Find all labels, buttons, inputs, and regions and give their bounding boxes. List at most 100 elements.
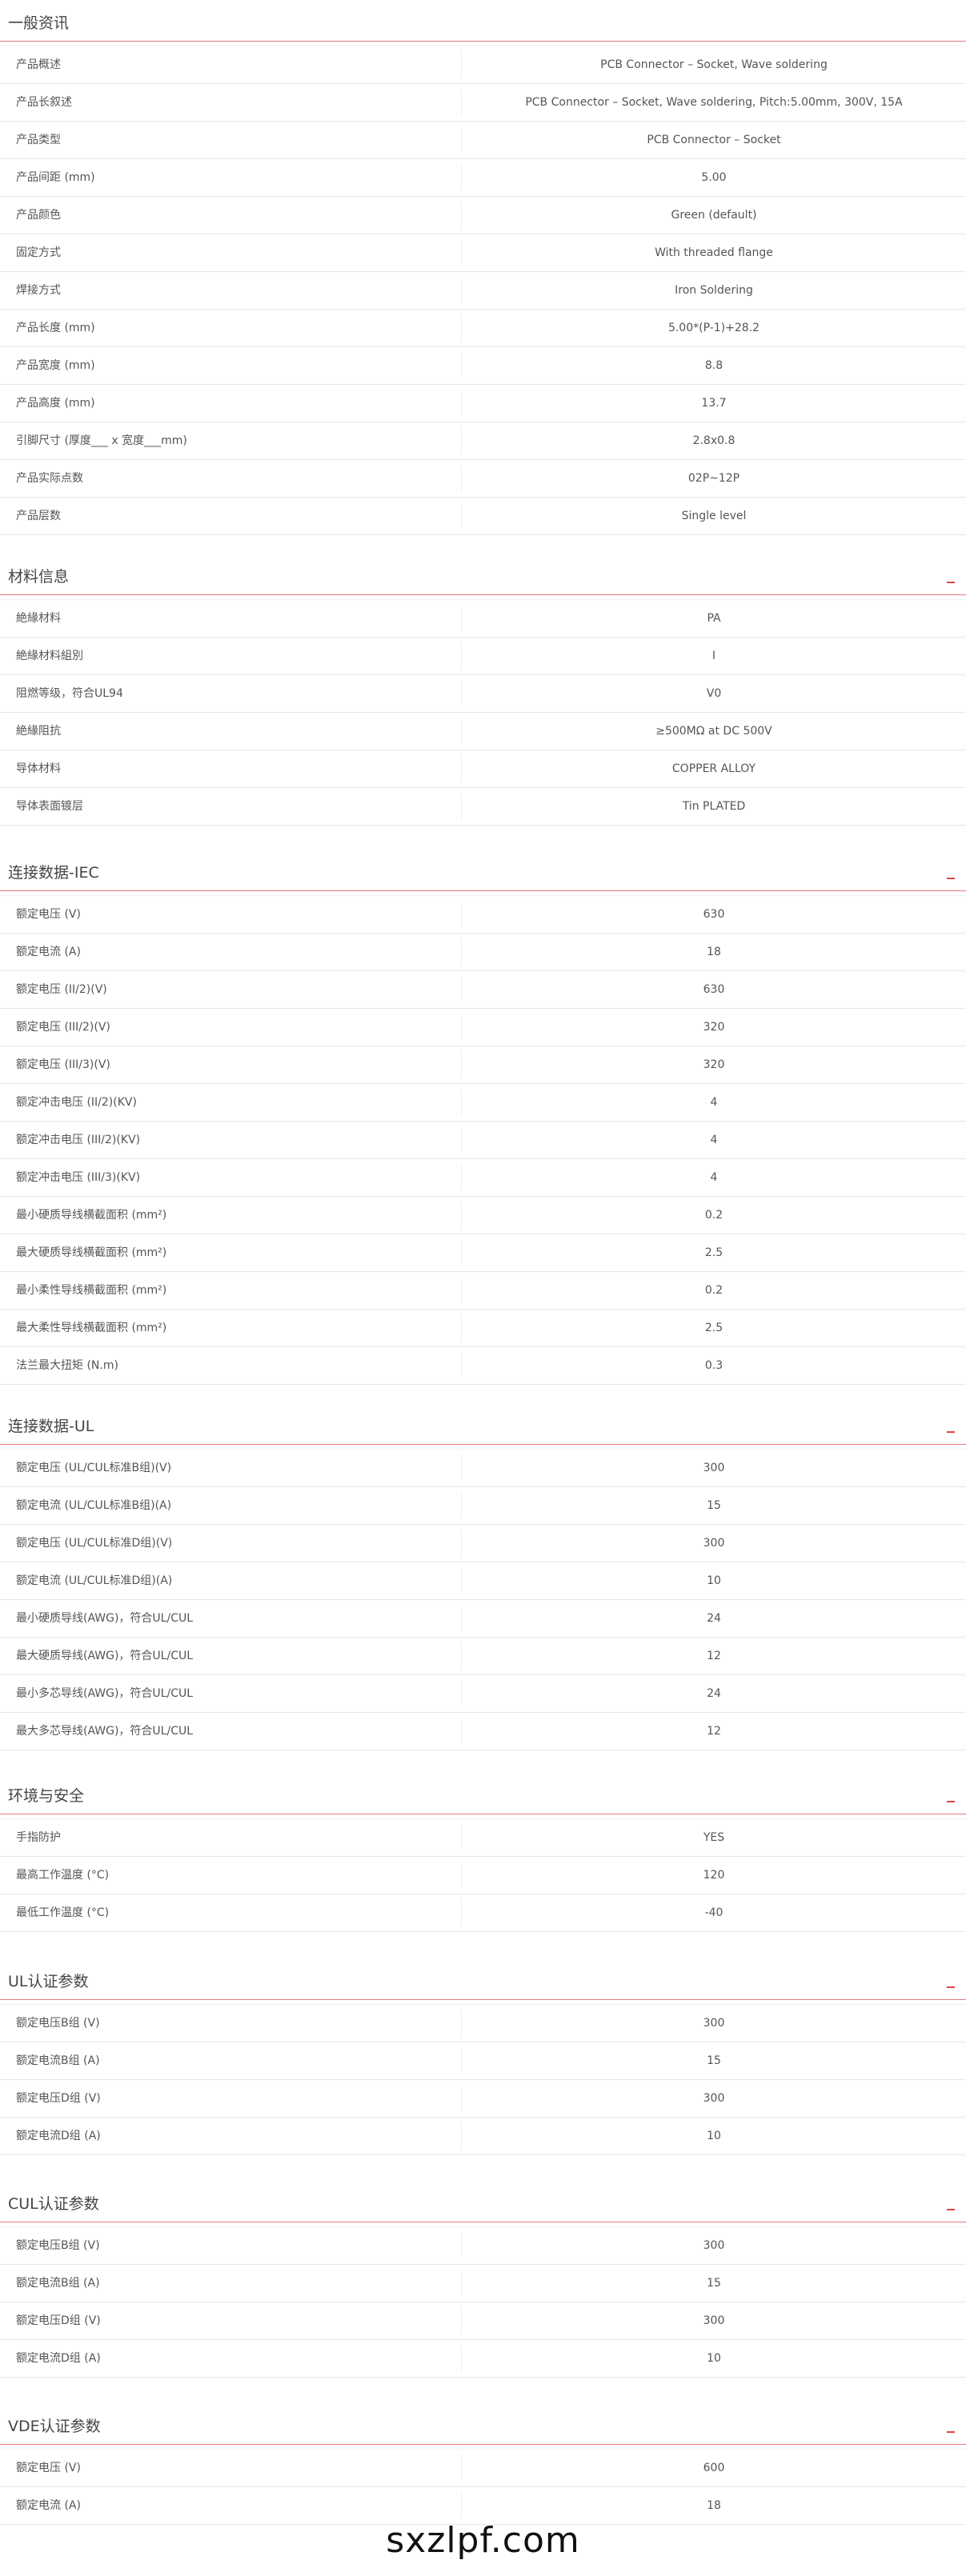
spec-label: 手指防护 [16,1831,61,1844]
spec-value: 300 [703,1537,725,1550]
table-row: 最小硬质导线横截面积 (mm²) 0.2 [0,1197,966,1234]
spec-value: 13.7 [701,397,727,410]
collapse-icon[interactable]: _ [947,1414,955,1433]
section-divider [0,890,966,891]
table-row: 产品宽度 (mm) 8.8 [0,347,966,385]
section-header[interactable]: 连接数据-IEC _ [0,850,966,896]
section-divider [0,1444,966,1445]
spec-label: 产品实际点数 [16,472,83,485]
spec-value: COPPER ALLOY [671,762,756,775]
spec-value: With threaded flange [655,246,773,259]
spec-label: 最大多芯导线(AWG)，符合UL/CUL [16,1725,194,1738]
spec-value: -40 [704,1906,723,1919]
section-divider [0,1999,966,2000]
spec-value: 18 [707,946,721,958]
table-row: 额定电流D组 (A) 10 [0,2340,966,2378]
spec-value: 4 [710,1171,718,1184]
spec-label: 额定电流B组 (A) [16,2054,100,2067]
spec-value: PCB Connector – Socket, Wave soldering, … [525,96,903,109]
table-row: 最小多芯导线(AWG)，符合UL/CUL 24 [0,1675,966,1713]
spec-value: 15 [707,2054,721,2067]
spec-label: 产品概述 [16,58,61,71]
spec-label: 额定冲击电压 (II/2)(KV) [16,1096,137,1109]
spec-table: 额定电压 (V) 630 额定电流 (A) 18 额定电压 (II/2)(V) 630 额定… [0,896,966,1385]
site-watermark: sxzlpf.com [386,2520,580,2561]
spec-value: 2.5 [704,1246,723,1259]
spec-value: 630 [703,908,725,921]
collapse-icon[interactable]: _ [947,564,955,583]
table-row: 引脚尺寸 (厚度___ x 宽度___mm) 2.8x0.8 [0,422,966,460]
spec-label: 额定电流B组 (A) [16,2277,100,2290]
spec-value: Single level [681,510,747,522]
spec-value: 600 [703,2462,725,2474]
spec-label: 产品长叙述 [16,96,72,109]
spec-value: 5.00 [701,171,727,184]
section-header[interactable]: 材料信息 _ [0,554,966,600]
spec-value: 12 [707,1725,721,1738]
table-row: 最小柔性导线横截面积 (mm²) 0.2 [0,1272,966,1310]
table-row: 产品层数 Single level [0,498,966,535]
table-row: 额定电压 (UL/CUL标准B组)(V) 300 [0,1450,966,1487]
collapse-icon[interactable]: _ [947,2191,955,2210]
spec-label: 引脚尺寸 (厚度___ x 宽度___mm) [16,434,187,447]
spec-label: 额定电流D组 (A) [16,2130,101,2142]
spec-value: ≥500MΩ at DC 500V [655,725,772,738]
spec-label: 产品高度 (mm) [16,397,95,410]
spec-label: 额定电压 (V) [16,2462,81,2474]
collapse-icon[interactable]: _ [947,2414,955,2433]
spec-value: 24 [707,1687,721,1700]
collapse-icon[interactable]: _ [947,860,955,879]
table-row: 产品类型 PCB Connector – Socket [0,122,966,159]
section-header[interactable]: VDE认证参数 _ [0,2403,966,2450]
section-header[interactable]: 连接数据-UL _ [0,1403,966,1450]
section-title: UL认证参数 [8,1973,89,1990]
spec-label: 额定电流 (A) [16,2499,81,2512]
section-title: 一般资讯 [8,14,70,32]
spec-value: 0.2 [704,1209,723,1222]
collapse-icon[interactable]: _ [947,1783,955,1802]
spec-value: I [711,650,716,662]
spec-label: 导体表面镀层 [16,800,83,813]
section-header[interactable]: 环境与安全 _ [0,1773,966,1819]
spec-label: 最大硬质导线(AWG)，符合UL/CUL [16,1650,194,1662]
collapse-icon[interactable]: _ [947,1969,955,1988]
spec-label: 额定冲击电压 (III/3)(KV) [16,1171,141,1184]
table-row: 产品长度 (mm) 5.00*(P-1)+28.2 [0,310,966,347]
spec-value: 12 [707,1650,721,1662]
table-row: 絶緣阻抗 ≥500MΩ at DC 500V [0,713,966,750]
table-row: 产品概述 PCB Connector – Socket, Wave solderi… [0,46,966,84]
table-row: 额定电压B组 (V) 300 [0,2005,966,2042]
spec-label: 额定电压 (UL/CUL标准D组)(V) [16,1537,173,1550]
spec-value: 10 [707,2352,721,2365]
section-header[interactable]: UL认证参数 _ [0,1958,966,2005]
spec-label: 导体材料 [16,762,61,775]
section-title: CUL认证参数 [8,2195,99,2213]
spec-label: 额定电压B组 (V) [16,2017,100,2030]
spec-value: 5.00*(P-1)+28.2 [667,322,760,334]
spec-label: 絶緣材料 [16,612,61,625]
section-header[interactable]: 一般资讯 [0,0,966,46]
spec-value: Green (default) [671,209,757,222]
spec-table: 额定电压B组 (V) 300 额定电流B组 (A) 15 额定电压D组 (V) 300 额定… [0,2005,966,2155]
spec-label: 最高工作温度 (°C) [16,1869,110,1882]
table-row: 额定电压 (UL/CUL标准D组)(V) 300 [0,1525,966,1562]
table-row: 焊接方式 Iron Soldering [0,272,966,310]
section-header[interactable]: CUL认证参数 _ [0,2181,966,2227]
table-row: 额定电流B组 (A) 15 [0,2042,966,2080]
spec-table: 手指防护 YES 最高工作温度 (°C) 120 最低工作温度 (°C) -40 [0,1819,966,1932]
spec-table: 产品概述 PCB Connector – Socket, Wave solderi… [0,46,966,535]
spec-label: 额定电压B组 (V) [16,2239,100,2252]
section-title: VDE认证参数 [8,2418,101,2435]
spec-value: 02P~12P [687,472,740,485]
section-title: 连接数据-IEC [8,864,99,882]
spec-value: 15 [707,1499,721,1512]
spec-label: 最小多芯导线(AWG)，符合UL/CUL [16,1687,194,1700]
table-row: 最大多芯导线(AWG)，符合UL/CUL 12 [0,1713,966,1750]
spec-value: 320 [703,1021,725,1034]
table-row: 额定电压 (V) 600 [0,2450,966,2487]
table-row: 额定电压D组 (V) 300 [0,2080,966,2118]
section-divider [0,594,966,595]
section-divider [0,2444,966,2445]
spec-table: 额定电压B组 (V) 300 额定电流B组 (A) 15 额定电压D组 (V) 300 额定… [0,2227,966,2378]
table-row: 最小硬质导线(AWG)，符合UL/CUL 24 [0,1600,966,1638]
